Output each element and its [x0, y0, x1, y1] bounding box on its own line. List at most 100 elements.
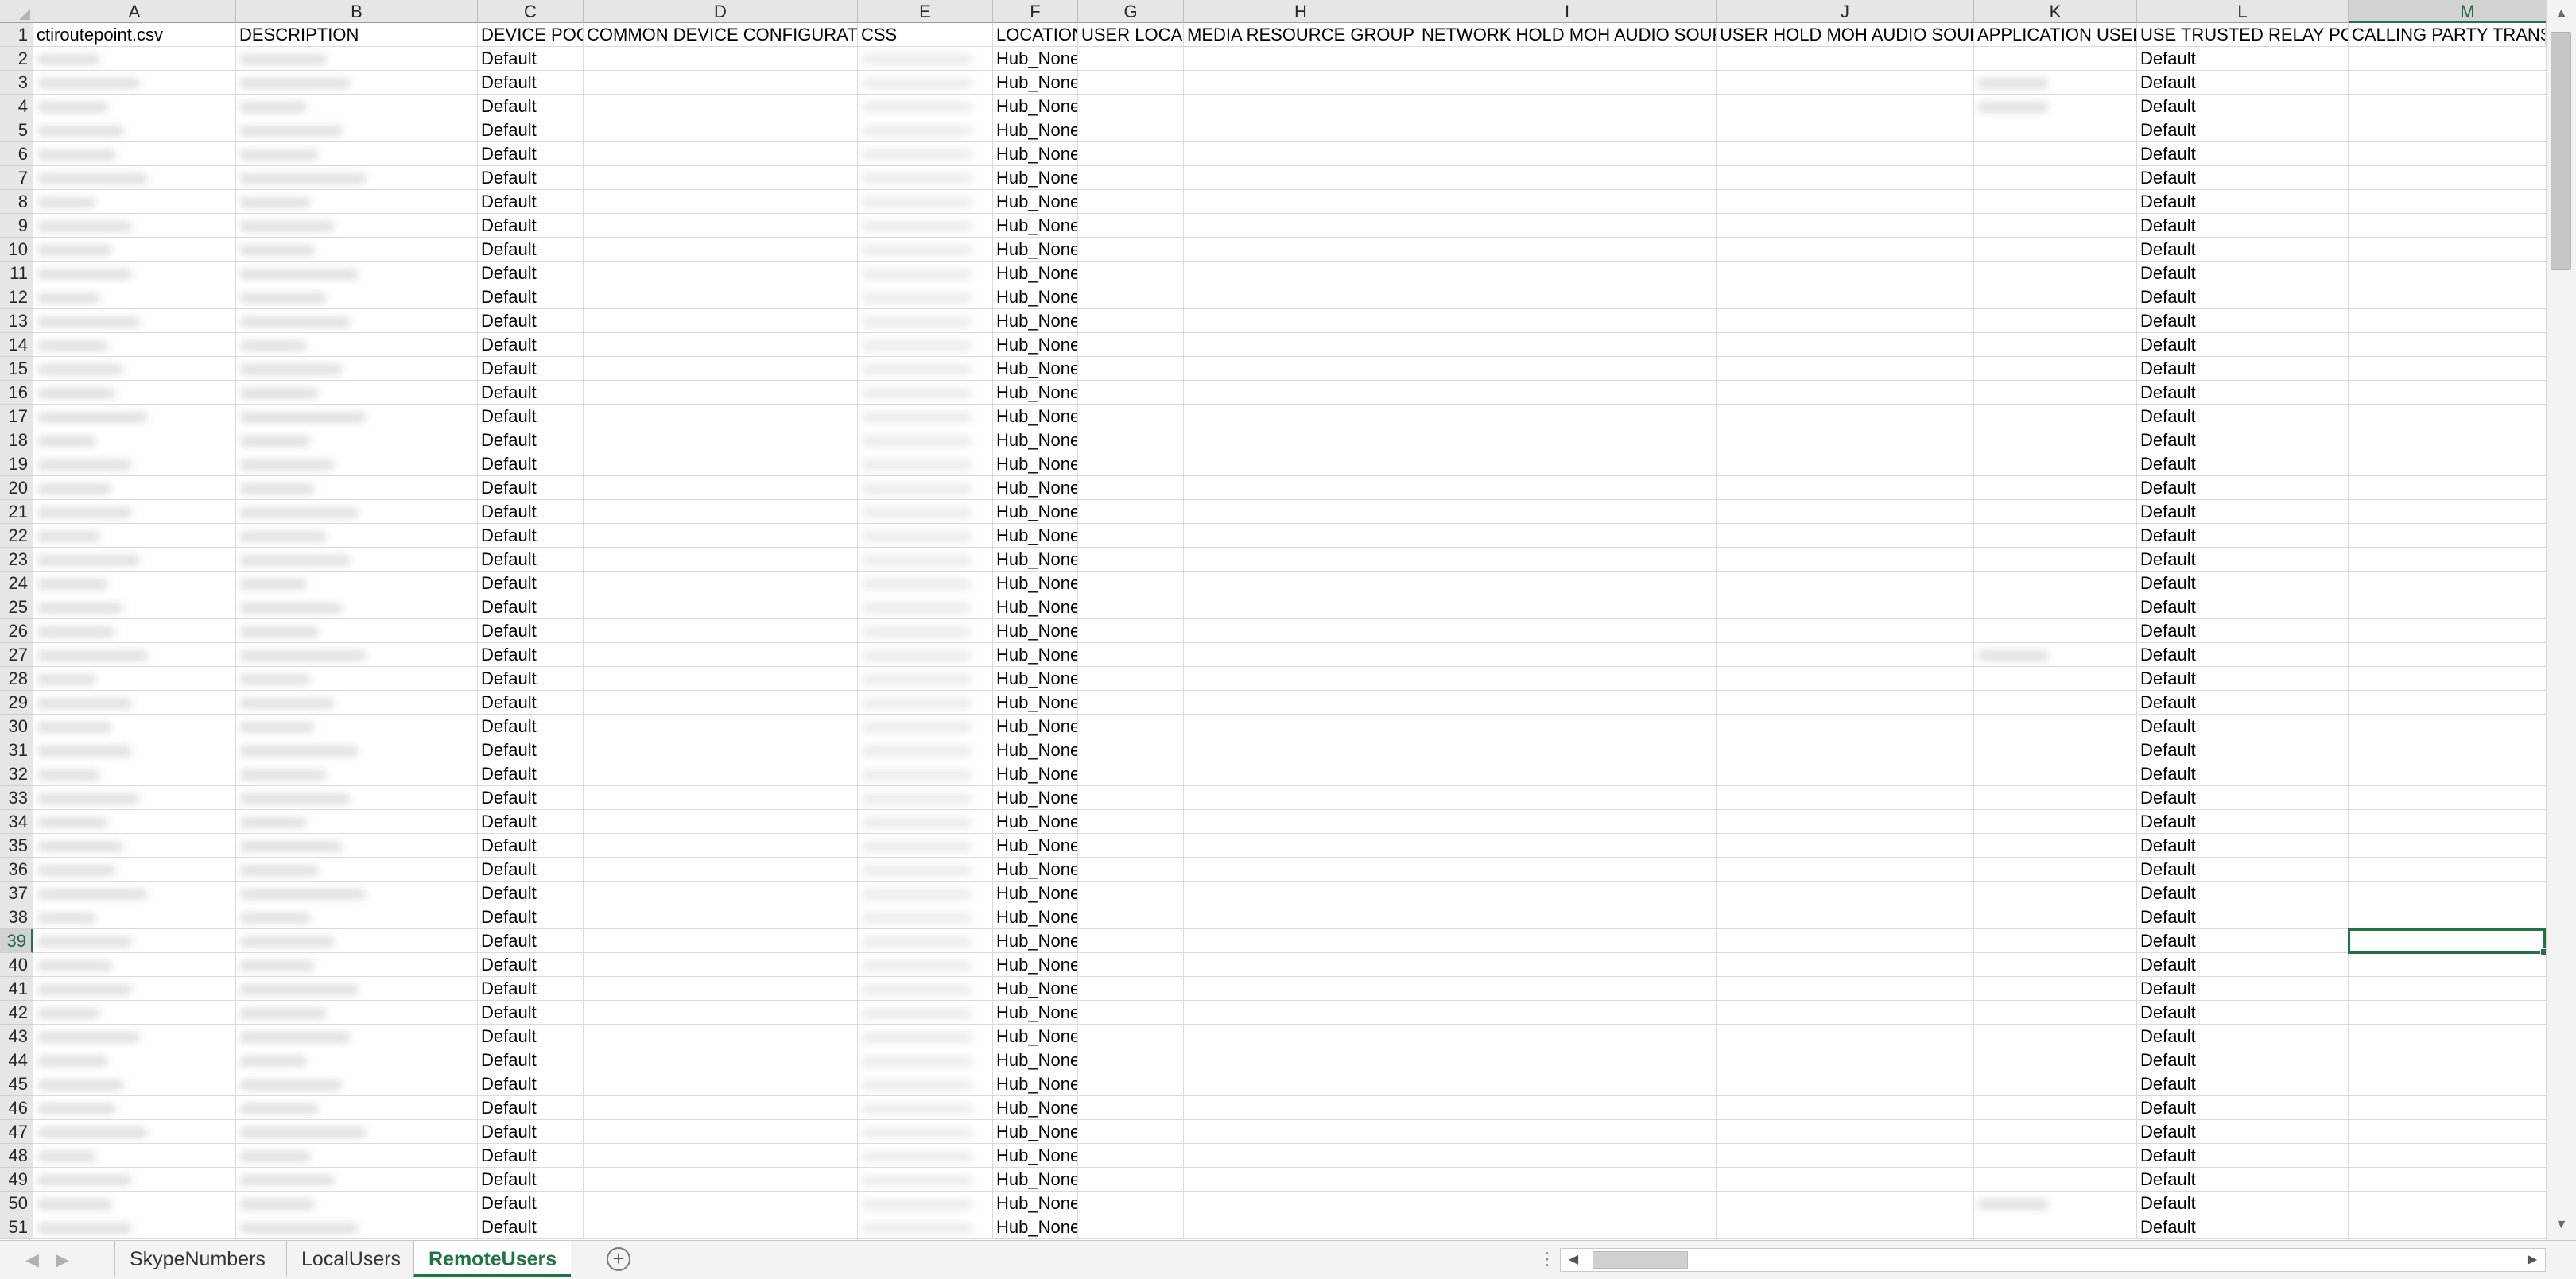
table-cell[interactable] — [1717, 71, 1974, 95]
table-cell[interactable] — [584, 190, 858, 214]
table-cell[interactable] — [858, 214, 993, 238]
table-cell[interactable] — [1418, 786, 1717, 810]
row-header[interactable]: 31 — [0, 738, 33, 762]
table-cell[interactable] — [2349, 47, 2546, 71]
column-header-a[interactable]: A — [33, 0, 236, 23]
table-cell[interactable] — [2349, 476, 2546, 500]
column-header-g[interactable]: G — [1078, 0, 1184, 23]
table-cell[interactable] — [2349, 953, 2546, 977]
table-cell[interactable] — [584, 118, 858, 142]
row-header[interactable]: 34 — [0, 810, 33, 834]
row-header[interactable]: 37 — [0, 882, 33, 905]
table-cell[interactable] — [584, 595, 858, 619]
table-cell[interactable]: Hub_None — [993, 548, 1078, 572]
table-cell[interactable] — [33, 1048, 236, 1072]
table-cell[interactable] — [1418, 667, 1717, 691]
table-cell[interactable]: Default — [478, 1096, 584, 1120]
table-cell[interactable] — [2349, 190, 2546, 214]
tab-splitter-handle[interactable]: ⋮ — [1538, 1249, 1556, 1269]
table-cell[interactable] — [2349, 1072, 2546, 1096]
row-header[interactable]: 7 — [0, 166, 33, 190]
table-cell[interactable] — [2349, 1120, 2546, 1144]
table-cell[interactable] — [33, 1144, 236, 1168]
table-cell[interactable] — [1974, 1120, 2137, 1144]
table-cell[interactable] — [2349, 405, 2546, 428]
table-cell[interactable] — [33, 190, 236, 214]
table-cell[interactable] — [33, 476, 236, 500]
table-cell[interactable] — [1717, 572, 1974, 595]
table-cell[interactable] — [33, 1168, 236, 1192]
table-cell[interactable] — [584, 1192, 858, 1215]
table-cell[interactable] — [584, 762, 858, 786]
table-cell[interactable]: Hub_None — [993, 476, 1078, 500]
vertical-scrollbar[interactable]: ▲ ▼ — [2546, 0, 2576, 1240]
chevron-up-icon[interactable]: ▲ — [2547, 0, 2576, 27]
table-cell[interactable] — [236, 166, 478, 190]
table-cell[interactable] — [1184, 1215, 1418, 1239]
table-cell[interactable]: Hub_None — [993, 1025, 1078, 1048]
table-cell[interactable] — [2349, 905, 2546, 929]
table-cell[interactable] — [584, 285, 858, 309]
table-cell[interactable] — [1184, 691, 1418, 715]
table-cell[interactable] — [584, 786, 858, 810]
table-cell[interactable] — [33, 309, 236, 333]
table-cell[interactable] — [1078, 500, 1184, 524]
table-cell[interactable] — [584, 715, 858, 738]
table-cell[interactable] — [2349, 858, 2546, 882]
table-cell[interactable]: Default — [478, 977, 584, 1001]
table-cell[interactable] — [858, 929, 993, 953]
table-cell[interactable] — [1974, 190, 2137, 214]
table-cell[interactable] — [2349, 715, 2546, 738]
table-cell[interactable] — [1418, 1072, 1717, 1096]
table-cell[interactable]: Hub_None — [993, 309, 1078, 333]
table-cell[interactable] — [1078, 715, 1184, 738]
table-cell[interactable] — [1974, 309, 2137, 333]
table-cell[interactable] — [1184, 142, 1418, 166]
table-cell[interactable] — [236, 786, 478, 810]
table-cell[interactable] — [1717, 1120, 1974, 1144]
row-header[interactable]: 48 — [0, 1144, 33, 1168]
table-cell[interactable]: Default — [2137, 810, 2349, 834]
table-cell[interactable]: Default — [2137, 190, 2349, 214]
table-cell[interactable] — [1184, 190, 1418, 214]
table-cell[interactable] — [236, 1072, 478, 1096]
table-cell[interactable] — [858, 405, 993, 428]
table-cell[interactable]: Default — [2137, 786, 2349, 810]
row-header[interactable]: 49 — [0, 1168, 33, 1192]
table-cell[interactable] — [1974, 548, 2137, 572]
row-header[interactable]: 27 — [0, 643, 33, 667]
table-cell[interactable] — [2349, 524, 2546, 548]
table-cell[interactable]: Hub_None — [993, 428, 1078, 452]
table-cell[interactable] — [1078, 810, 1184, 834]
table-cell[interactable] — [1974, 500, 2137, 524]
table-cell[interactable] — [858, 1168, 993, 1192]
table-cell[interactable] — [2349, 118, 2546, 142]
table-cell[interactable]: Default — [478, 548, 584, 572]
row-header[interactable]: 3 — [0, 71, 33, 95]
table-cell[interactable] — [584, 548, 858, 572]
table-cell[interactable] — [1717, 762, 1974, 786]
table-cell[interactable] — [2349, 1168, 2546, 1192]
table-cell[interactable] — [1184, 1168, 1418, 1192]
table-cell[interactable] — [1418, 858, 1717, 882]
row-header[interactable]: 45 — [0, 1072, 33, 1096]
table-cell[interactable] — [1078, 572, 1184, 595]
table-cell[interactable] — [1184, 1048, 1418, 1072]
table-cell[interactable] — [236, 691, 478, 715]
table-cell[interactable]: Hub_None — [993, 357, 1078, 381]
table-cell[interactable] — [1078, 953, 1184, 977]
table-cell[interactable] — [584, 810, 858, 834]
table-cell[interactable]: Default — [478, 715, 584, 738]
table-cell[interactable] — [2349, 548, 2546, 572]
sheet-tab-localusers[interactable]: LocalUsers — [286, 1241, 415, 1277]
table-cell[interactable]: Default — [2137, 476, 2349, 500]
table-cell[interactable] — [1078, 428, 1184, 452]
table-cell[interactable] — [236, 643, 478, 667]
table-cell[interactable] — [858, 309, 993, 333]
table-cell[interactable]: Hub_None — [993, 452, 1078, 476]
table-cell[interactable]: Default — [478, 476, 584, 500]
table-cell[interactable] — [858, 977, 993, 1001]
table-cell[interactable] — [33, 1120, 236, 1144]
chevron-right-icon[interactable]: ▶ — [56, 1241, 69, 1279]
table-cell[interactable]: Default — [2137, 262, 2349, 285]
